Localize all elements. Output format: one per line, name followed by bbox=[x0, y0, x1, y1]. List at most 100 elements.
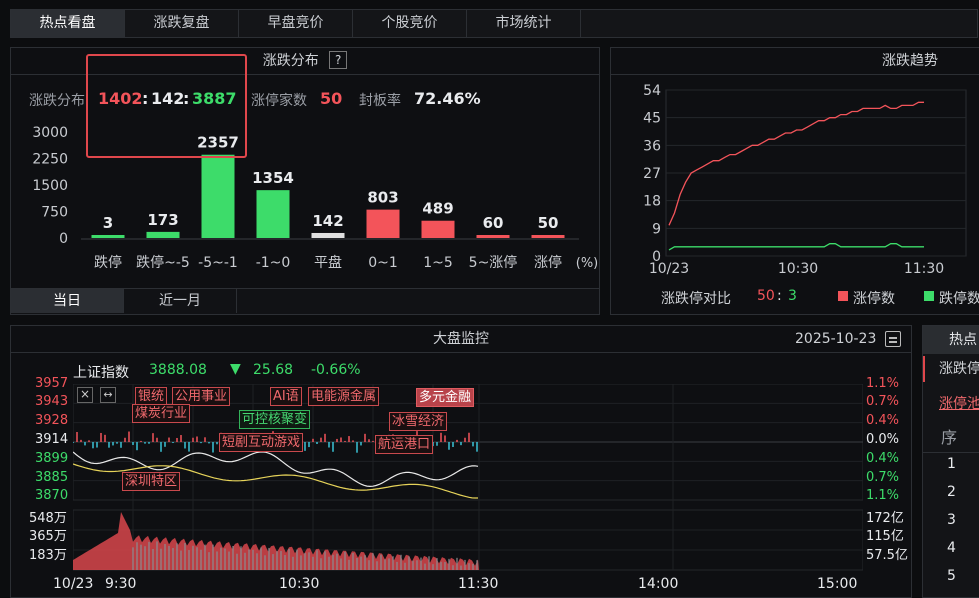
pct-label: 0.4% bbox=[866, 451, 900, 466]
intraday-chart bbox=[73, 384, 863, 571]
seal-rate-value: 72.46% bbox=[414, 89, 481, 108]
side-row-index[interactable]: 2 bbox=[947, 484, 956, 500]
distribution-title: 涨跌分布 bbox=[262, 53, 319, 69]
trend-y-tick: 9 bbox=[652, 221, 661, 237]
trend-y-tick: 18 bbox=[643, 194, 661, 210]
category-label: 跌停 bbox=[94, 254, 122, 271]
side-col-header: 序 bbox=[923, 424, 979, 453]
monitor-title: 大盘监控 bbox=[11, 326, 911, 353]
trend-x-tick: 10:30 bbox=[778, 261, 818, 277]
legend-down-label: 跌停数 bbox=[939, 291, 979, 307]
distribution-subtabs: 当日 近一月 bbox=[11, 288, 599, 314]
market-monitor-panel: 大盘监控 2025-10-23 上证指数 3888.08 ▼ 25.68 -0.… bbox=[10, 325, 912, 598]
tab-morning-auction[interactable]: 早盘竞价 bbox=[239, 10, 353, 37]
close-icon[interactable]: × bbox=[77, 387, 93, 403]
sector-tag[interactable]: 短剧互动游戏 bbox=[219, 433, 304, 452]
amount-label: 57.5亿 bbox=[866, 548, 908, 563]
price-label: 3870 bbox=[35, 488, 69, 503]
sector-tag[interactable]: 冰雪经济 bbox=[389, 412, 448, 431]
top-tab-bar: 热点看盘 涨跌复盘 早盘竞价 个股竞价 市场统计 bbox=[10, 9, 978, 38]
sector-tag[interactable]: 航运港口 bbox=[375, 435, 434, 454]
category-label: 5~涨停 bbox=[469, 254, 518, 271]
pct-label: 1.1% bbox=[866, 488, 900, 503]
category-label: 跌停~-5 bbox=[136, 254, 190, 271]
y-tick-label: 0 bbox=[59, 231, 68, 247]
side-item-limitup[interactable]: 涨跌停 bbox=[923, 356, 979, 382]
bar bbox=[146, 231, 180, 238]
bar bbox=[366, 209, 400, 238]
sector-tag[interactable]: AI语 bbox=[270, 387, 302, 406]
calendar-icon[interactable] bbox=[885, 331, 901, 347]
bar bbox=[421, 220, 455, 238]
sector-tag[interactable]: 深圳特区 bbox=[122, 472, 181, 491]
bar-value-label: 1354 bbox=[252, 169, 294, 187]
side-row-index[interactable]: 5 bbox=[947, 568, 956, 584]
index-name: 上证指数 bbox=[73, 365, 129, 381]
bar bbox=[256, 190, 290, 238]
trend-x-tick: 11:30 bbox=[904, 261, 944, 277]
bar bbox=[311, 232, 345, 238]
ratio-label: 涨跌停对比 bbox=[661, 291, 731, 307]
pct-label: 0.4% bbox=[866, 413, 900, 428]
help-icon[interactable]: ? bbox=[329, 51, 348, 69]
index-change-pct: -0.66% bbox=[311, 362, 361, 378]
time-label: 9:30 bbox=[105, 576, 137, 592]
trend-title: 涨跌趋势 bbox=[611, 48, 979, 75]
down-arrow-icon: ▼ bbox=[230, 361, 241, 377]
pct-label: 1.1% bbox=[866, 376, 900, 391]
time-label: 15:00 bbox=[817, 576, 858, 592]
trend-series-line bbox=[668, 101, 924, 226]
time-label: 10:30 bbox=[279, 576, 320, 592]
pct-label: 0.0% bbox=[866, 432, 900, 447]
trend-line-chart: 54453627189010/23 10:30 11:30 bbox=[643, 83, 967, 277]
time-label: 14:00 bbox=[638, 576, 679, 592]
trend-y-tick: 36 bbox=[643, 138, 661, 154]
side-title: 热点 bbox=[923, 326, 979, 354]
x-unit-label: (%) bbox=[576, 256, 599, 271]
bar-value-label: 50 bbox=[538, 214, 559, 232]
pct-label: 0.7% bbox=[866, 394, 900, 409]
volume-label: 548万 bbox=[29, 511, 67, 526]
subtab-today[interactable]: 当日 bbox=[11, 289, 124, 313]
distribution-label: 涨跌分布 bbox=[29, 93, 85, 109]
bar-value-label: 489 bbox=[422, 200, 453, 218]
price-label: 3885 bbox=[35, 470, 69, 485]
hot-side-panel: 热点 涨跌停 涨停池 序 1 2 3 4 5 bbox=[922, 325, 979, 598]
highlight-box bbox=[86, 54, 247, 158]
tab-stock-auction[interactable]: 个股竞价 bbox=[353, 10, 467, 37]
trend-y-tick: 54 bbox=[643, 83, 661, 99]
limitup-count-value: 50 bbox=[320, 89, 343, 108]
sector-tag-active[interactable]: 多元金融 bbox=[416, 388, 475, 407]
sector-tag[interactable]: 可控核聚变 bbox=[239, 410, 311, 429]
price-label: 3928 bbox=[35, 413, 69, 428]
price-label: 3899 bbox=[35, 451, 69, 466]
side-row-index[interactable]: 3 bbox=[947, 512, 956, 528]
bar-value-label: 3 bbox=[103, 214, 113, 232]
expand-arrows-icon[interactable]: ↔ bbox=[100, 387, 116, 403]
bar-value-label: 60 bbox=[483, 214, 504, 232]
sector-tag[interactable]: 煤炭行业 bbox=[132, 404, 191, 423]
category-label: -1~0 bbox=[256, 255, 291, 271]
legend-up-swatch bbox=[838, 291, 848, 301]
sector-tag[interactable]: 电能源金属 bbox=[308, 387, 380, 406]
index-value: 3888.08 bbox=[149, 362, 207, 378]
trend-y-tick: 27 bbox=[643, 166, 661, 182]
index-change: 25.68 bbox=[253, 362, 294, 378]
time-label: 10/23 bbox=[53, 576, 94, 592]
volume-label: 183万 bbox=[29, 548, 67, 563]
side-item-limitup-pool[interactable]: 涨停池 bbox=[923, 390, 979, 418]
seal-rate-label: 封板率 bbox=[359, 93, 401, 109]
monitor-date: 2025-10-23 bbox=[795, 331, 877, 347]
y-tick-label: 1500 bbox=[32, 178, 68, 194]
side-row-index[interactable]: 1 bbox=[947, 456, 956, 472]
tab-hot-watch[interactable]: 热点看盘 bbox=[11, 10, 125, 37]
category-label: -5~-1 bbox=[198, 255, 238, 271]
bar bbox=[476, 235, 510, 238]
tab-review[interactable]: 涨跌复盘 bbox=[125, 10, 239, 37]
side-row-index[interactable]: 4 bbox=[947, 540, 956, 556]
subtab-month[interactable]: 近一月 bbox=[124, 289, 237, 313]
y-tick-label: 750 bbox=[41, 205, 68, 221]
trend-y-tick: 45 bbox=[643, 111, 661, 127]
category-label: 0~1 bbox=[368, 255, 398, 271]
tab-market-stats[interactable]: 市场统计 bbox=[467, 10, 581, 37]
